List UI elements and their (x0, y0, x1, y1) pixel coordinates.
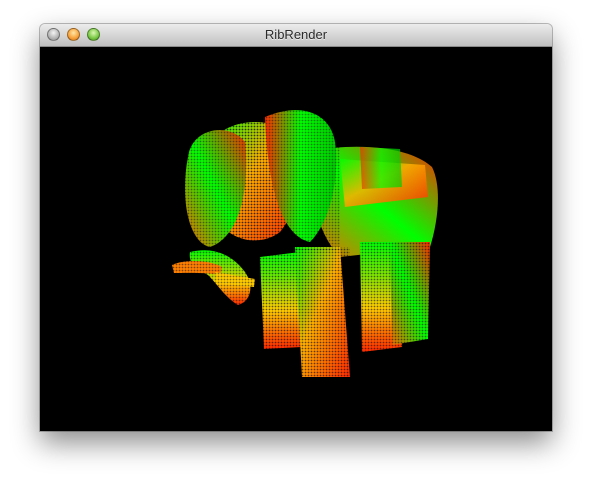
title-bar[interactable]: RibRender (40, 24, 552, 47)
elephant-front-legs (260, 247, 350, 377)
window-title: RibRender (264, 27, 328, 42)
elephant-back-legs (360, 242, 430, 352)
rendered-elephant-image (170, 102, 438, 377)
app-window: RibRender (40, 24, 552, 431)
elephant-ears (180, 102, 340, 252)
elephant-trunk (170, 247, 260, 307)
render-viewport[interactable] (40, 47, 552, 431)
